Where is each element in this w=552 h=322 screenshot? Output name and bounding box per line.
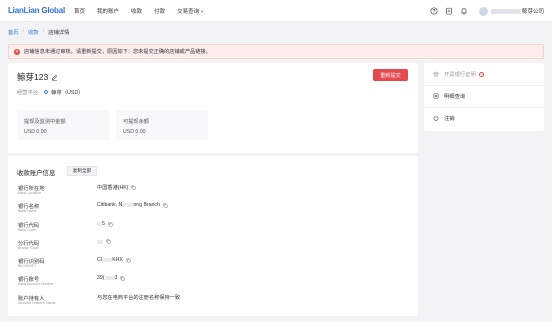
row-value: Citibank, N ong Branch	[97, 202, 168, 208]
user-name-suffix: 鲸芽公司	[521, 9, 544, 15]
copy-icon[interactable]	[120, 276, 125, 281]
alert-message: 店铺信息未通过审核。请重新提交，原因如下：您未提交正确的店铺或产品链接。	[24, 49, 211, 55]
list-icon	[433, 93, 439, 99]
section-title: 收款账户信息	[17, 170, 56, 177]
nav-transactions[interactable]: 交易查询▼	[177, 7, 204, 15]
breadcrumb-separator: /	[22, 28, 25, 34]
platform-row: 经营平台 鲸芽（USD）	[17, 88, 84, 96]
side-item-details[interactable]: 明细查询	[433, 90, 538, 102]
value-text: 与您在电商平台的注册名称保持一致	[97, 295, 181, 301]
help-icon[interactable]	[430, 7, 439, 16]
bank-icon	[433, 71, 439, 77]
chevron-down-icon: ▼	[200, 8, 205, 14]
side-item-cancel-account[interactable]: 注销	[433, 112, 538, 124]
side-item-bank-certificate[interactable]: 开具银行证明 !	[433, 68, 538, 80]
power-icon	[433, 115, 439, 121]
divider	[424, 107, 544, 108]
account-row-bank-location: 银行所在地 Bank Location 中国香港(HK)	[18, 184, 408, 202]
row-value: 39( 3	[97, 275, 125, 281]
masked-text	[104, 276, 115, 280]
masked-text	[97, 239, 103, 244]
main-nav: 首页 我的账户 收款 付款 交易查询▼	[74, 7, 216, 15]
copy-icon[interactable]	[108, 222, 113, 227]
row-value: 5	[97, 221, 113, 227]
bell-icon[interactable]	[460, 7, 469, 16]
row-sublabel: Branch Code	[18, 246, 39, 250]
store-summary-panel: 鲸芽123 重新提交 经营平台 鲸芽（USD） 提现及监测中金额 USD 0.0…	[8, 63, 418, 153]
user-menu[interactable]: 鲸芽公司	[490, 7, 544, 15]
nav-home[interactable]: 首页	[74, 7, 85, 15]
avatar[interactable]	[478, 6, 488, 16]
edit-icon[interactable]	[51, 74, 58, 81]
error-alert: × 店铺信息未通过审核。请重新提交，原因如下：您未提交正确的店铺或产品链接。	[8, 44, 544, 59]
masked-text	[102, 258, 113, 262]
stat-card-monitoring: 提现及监测中金额 USD 0.00	[17, 110, 109, 140]
divider	[424, 85, 544, 86]
value-text: 中国香港(HK)	[97, 185, 129, 191]
breadcrumb-current: 店铺详情	[48, 30, 70, 36]
nav-collect[interactable]: 收款	[131, 7, 142, 15]
row-value: 中国香港(HK)	[97, 184, 136, 191]
breadcrumb-separator: /	[42, 28, 45, 34]
stat-label: 提现及监测中金额	[24, 119, 66, 125]
logo[interactable]: LianLian Global	[8, 6, 65, 15]
row-sublabel: Account Holder's Name	[18, 301, 56, 305]
value-suffix: 5	[102, 221, 105, 227]
breadcrumb-collect[interactable]: 收款	[28, 28, 39, 36]
top-right-tools: 鲸芽公司	[424, 0, 544, 22]
row-sublabel: BIC/SWIFT	[18, 264, 37, 268]
error-icon: ×	[14, 48, 20, 55]
account-info-panel: 收款账户信息 复制全部 银行所在地 Bank Location 中国香港(HK)…	[8, 156, 418, 316]
nav-pay[interactable]: 付款	[154, 7, 165, 15]
platform-value: 鲸芽（USD）	[51, 90, 84, 96]
row-sublabel: Bank Location	[18, 191, 41, 195]
value-prefix: 39(	[97, 275, 105, 281]
info-icon[interactable]: !	[478, 71, 484, 77]
account-row-swift: 银行识别码 BIC/SWIFT CI KHX	[18, 257, 408, 275]
breadcrumb: 首页 / 收款 / 店铺详情	[8, 28, 69, 36]
account-row-account-number: 银行账号 Bank Account Number 39(3	[18, 275, 408, 293]
platform-label: 经营平台	[17, 90, 39, 96]
stat-card-withdrawable: 可提现余额 USD 0.00	[116, 110, 208, 140]
top-navbar: LianLian Global 首页 我的账户 收款 付款 交易查询▼ 鲸芽公司	[0, 0, 552, 22]
platform-logo-icon	[43, 89, 49, 95]
copy-icon[interactable]	[163, 203, 168, 208]
value-suffix: 3	[114, 275, 118, 281]
value-suffix: ong Branch	[133, 202, 160, 208]
row-sublabel: Bank Code	[18, 228, 36, 232]
copy-icon[interactable]	[106, 239, 111, 244]
copy-icon[interactable]	[131, 185, 136, 190]
account-row-branch-code: 分行代码 Branch Code	[18, 239, 408, 257]
side-item-label: 明细查询	[444, 94, 466, 100]
stat-value: USD 0.00	[24, 129, 47, 135]
account-row-holder: 账户持有人 Account Holder's Name 与您在电商平台的注册名称…	[18, 294, 408, 312]
row-value: CI KHX	[97, 257, 131, 263]
masked-text	[122, 203, 134, 207]
breadcrumb-home[interactable]: 首页	[8, 28, 19, 36]
stat-label: 可提现余额	[123, 119, 149, 125]
value-prefix: Citibank, N	[97, 202, 123, 208]
stat-value: USD 0.00	[123, 129, 146, 135]
side-actions-panel: 开具银行证明 ! 明细查询 注销	[424, 63, 544, 131]
row-sublabel: Bank Account Number	[18, 282, 54, 286]
copy-icon[interactable]	[126, 258, 131, 263]
side-item-label: 开具银行证明	[444, 72, 476, 78]
masked-name	[490, 8, 521, 14]
store-title: 鲸芽123	[17, 71, 58, 83]
row-value	[97, 239, 111, 244]
store-name: 鲸芽123	[17, 72, 49, 82]
value-suffix: KHX	[112, 257, 123, 263]
account-row-bank-name: 银行名称 Bank Name Citibank, Nong Branch	[18, 202, 408, 220]
row-sublabel: Bank Name	[18, 209, 37, 213]
nav-transactions-label: 交易查询	[177, 8, 200, 15]
account-row-bank-code: 银行代码 Bank Code 5	[18, 221, 408, 239]
row-value: 与您在电商平台的注册名称保持一致	[97, 294, 180, 301]
copy-all-button[interactable]: 复制全部	[67, 166, 97, 176]
clipboard-icon[interactable]	[445, 7, 454, 16]
side-item-label: 注销	[444, 116, 455, 122]
resubmit-button[interactable]: 重新提交	[373, 69, 408, 81]
nav-my-account[interactable]: 我的账户	[97, 7, 119, 15]
